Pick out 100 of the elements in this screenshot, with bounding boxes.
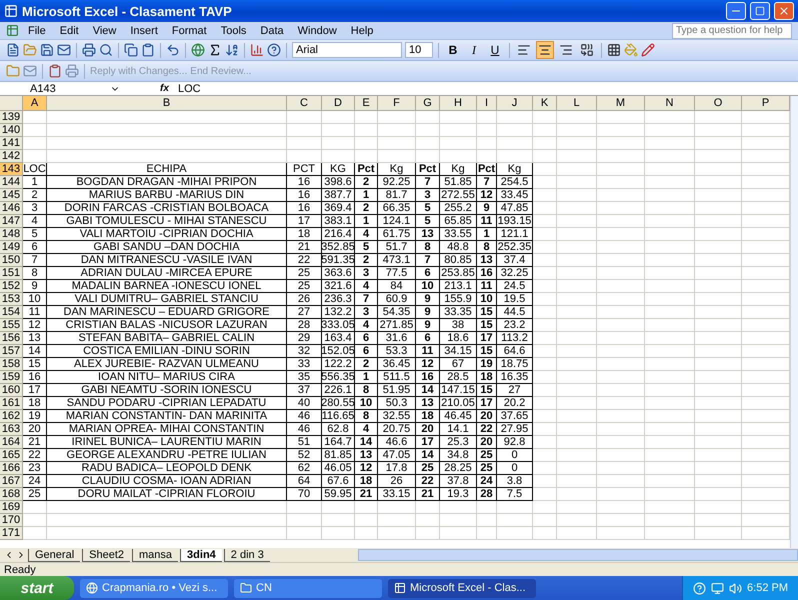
menu-item[interactable]: File (23, 24, 51, 36)
help-search-field[interactable]: Type a question for help (672, 22, 792, 38)
row-header[interactable]: 160 (0, 384, 23, 397)
column-header[interactable]: N (645, 96, 695, 111)
row-header[interactable]: 143 (0, 163, 23, 176)
column-header[interactable]: B (47, 96, 287, 111)
clipboard-icon[interactable] (48, 64, 62, 78)
taskbar-item[interactable]: Microsoft Excel - Clas... (388, 578, 536, 598)
menu-item[interactable]: Format (166, 24, 212, 36)
column-header[interactable]: L (557, 96, 597, 111)
row-header[interactable]: 145 (0, 189, 23, 202)
row-header[interactable]: 155 (0, 319, 23, 332)
sort-icon[interactable] (225, 43, 239, 57)
menu-item[interactable]: Edit (54, 24, 84, 36)
taskbar-item[interactable]: Crapmania.ro • Vezi s... (80, 578, 228, 598)
printer-icon[interactable] (82, 43, 96, 57)
column-header[interactable]: M (597, 96, 645, 111)
row-header[interactable]: 140 (0, 124, 23, 137)
globe-icon[interactable] (191, 43, 205, 57)
column-header[interactable]: J (497, 96, 533, 111)
column-header[interactable]: G (416, 96, 440, 111)
row-header[interactable]: 167 (0, 475, 23, 488)
start-button[interactable]: start (0, 576, 74, 600)
menu-item[interactable]: Window (292, 24, 342, 36)
align-icon[interactable] (559, 43, 573, 57)
row-header[interactable]: 166 (0, 462, 23, 475)
envelope-icon[interactable] (57, 43, 71, 57)
row-header[interactable]: 139 (0, 111, 23, 124)
row-header[interactable]: 151 (0, 267, 23, 280)
speaker-icon[interactable] (729, 582, 742, 594)
sheet-tab[interactable]: 3din4 (180, 548, 222, 562)
copy-icon[interactable] (124, 43, 138, 57)
taskbar-item[interactable]: CN (234, 578, 382, 598)
row-header[interactable]: 141 (0, 137, 23, 150)
clipboard-icon[interactable] (141, 43, 155, 57)
help-icon[interactable] (267, 43, 281, 57)
column-header[interactable]: A (23, 96, 47, 111)
chart-icon[interactable] (250, 43, 264, 57)
row-header[interactable]: 152 (0, 280, 23, 293)
row-header[interactable]: 163 (0, 423, 23, 436)
row-header[interactable]: 153 (0, 293, 23, 306)
row-header[interactable]: 146 (0, 202, 23, 215)
column-header[interactable]: E (355, 96, 378, 111)
underline-button[interactable]: U (490, 43, 500, 57)
font-size-dropdown[interactable]: 10 (405, 42, 433, 58)
menu-item[interactable]: Help (346, 24, 378, 36)
envelope-icon[interactable] (23, 64, 37, 78)
column-header[interactable]: K (533, 96, 557, 111)
search-icon[interactable] (99, 43, 113, 57)
column-header[interactable]: P (742, 96, 790, 111)
column-header[interactable]: D (322, 96, 355, 111)
row-header[interactable]: 162 (0, 410, 23, 423)
printer-icon[interactable] (65, 64, 79, 78)
column-header[interactable]: I (477, 96, 497, 111)
row-header[interactable]: 150 (0, 254, 23, 267)
align-icon[interactable] (517, 43, 531, 57)
formula-field[interactable]: LOC (178, 82, 201, 94)
close-button[interactable] (774, 2, 794, 20)
document-icon[interactable] (6, 43, 20, 57)
menu-item[interactable]: Data (255, 24, 289, 36)
row-header[interactable]: 161 (0, 397, 23, 410)
row-header[interactable]: 157 (0, 345, 23, 358)
borders-icon[interactable] (607, 43, 621, 57)
spreadsheet-icon[interactable] (6, 24, 19, 37)
row-header[interactable]: 169 (0, 501, 23, 514)
row-header[interactable]: 168 (0, 488, 23, 501)
row-header[interactable]: 156 (0, 332, 23, 345)
italic-button[interactable]: I (472, 42, 476, 58)
row-header[interactable]: 142 (0, 150, 23, 163)
row-header[interactable]: 170 (0, 514, 23, 527)
row-header[interactable]: 154 (0, 306, 23, 319)
row-header[interactable]: 144 (0, 176, 23, 189)
menu-item[interactable]: Insert (125, 24, 163, 36)
menu-item[interactable]: View (88, 24, 122, 36)
horizontal-scrollbar[interactable] (358, 549, 798, 561)
minimize-button[interactable] (726, 2, 746, 20)
align-icon[interactable] (580, 43, 594, 57)
name-box[interactable]: A143 (0, 82, 110, 94)
row-header[interactable]: 149 (0, 241, 23, 254)
monitor-icon[interactable] (711, 582, 724, 594)
align-icon[interactable] (538, 43, 552, 57)
floppy-icon[interactable] (40, 43, 54, 57)
row-header[interactable]: 158 (0, 358, 23, 371)
font-dropdown[interactable]: Arial (292, 42, 402, 58)
column-header[interactable]: O (695, 96, 742, 111)
vertical-scrollbar[interactable] (790, 96, 798, 548)
restore-button[interactable] (750, 2, 770, 20)
column-header[interactable]: F (378, 96, 416, 111)
column-header[interactable]: C (287, 96, 322, 111)
column-header[interactable]: H (440, 96, 477, 111)
fill-color-icon[interactable] (624, 43, 638, 57)
row-header[interactable]: 165 (0, 449, 23, 462)
function-label[interactable]: fx (160, 83, 174, 94)
undo-icon[interactable] (166, 43, 180, 57)
sigma-icon[interactable] (208, 43, 222, 57)
bold-button[interactable]: B (448, 43, 458, 57)
menu-item[interactable]: Tools (216, 24, 252, 36)
row-header[interactable]: 148 (0, 228, 23, 241)
row-header[interactable]: 147 (0, 215, 23, 228)
row-header[interactable]: 159 (0, 371, 23, 384)
